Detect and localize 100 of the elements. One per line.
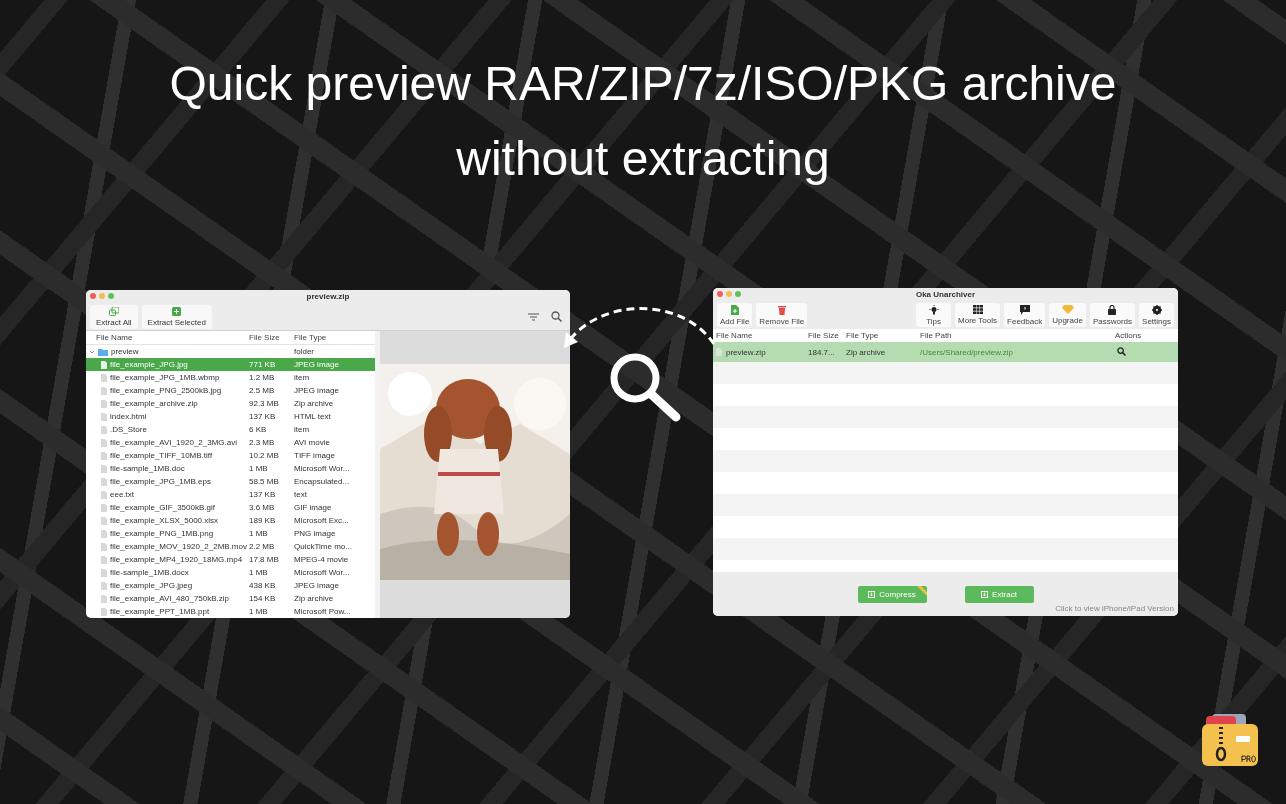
file-name: eee.txt <box>110 490 134 499</box>
grid-icon <box>972 305 983 314</box>
toolbar-button[interactable]: Upgrade <box>1049 303 1086 327</box>
zoom-button[interactable] <box>108 293 114 299</box>
file-row[interactable]: file_example_JPG.jpeg 438 KB JPEG image <box>86 579 375 592</box>
file-row[interactable]: file_example_archive.zip 92.3 MB Zip archive <box>86 397 375 410</box>
file-row[interactable]: file_example_MOV_1920_2_2MB.mov 2.2 MB QuickTime mo... <box>86 540 375 553</box>
file-name: .DS_Store <box>110 425 147 434</box>
file-row[interactable]: file_example_PNG_1MB.png 1 MB PNG image <box>86 527 375 540</box>
file-type: JPEG image <box>294 581 339 590</box>
file-size: 1 MB <box>249 529 268 538</box>
file-size: 1 MB <box>249 607 268 616</box>
file-name: file_example_archive.zip <box>110 399 198 408</box>
file-type: TIFF image <box>294 451 335 460</box>
file-type: GIF image <box>294 503 332 512</box>
file-name: file_example_AVI_1920_2_3MG.avi <box>110 438 238 447</box>
file-name: file_example_PNG_1MB.png <box>110 529 214 538</box>
file-size: 2.2 MB <box>249 542 275 551</box>
file-row[interactable]: index.html 137 KB HTML text <box>86 410 375 423</box>
file-size: 3.6 MB <box>249 503 275 512</box>
file-type: Microsoft Pow... <box>294 607 351 616</box>
window-title: Oka Unarchiver <box>915 290 976 299</box>
column-header[interactable]: File Path <box>920 331 952 340</box>
file-row[interactable]: file_example_PPT_1MB.ppt 1 MB Microsoft Pow... <box>86 605 375 618</box>
file-type: item <box>294 425 310 434</box>
file-name: preview.zip <box>726 347 766 357</box>
toolbar-button[interactable]: Feedback <box>1004 303 1046 327</box>
file-name: file_example_AVI_480_750kB.zip <box>110 594 230 603</box>
file-row[interactable]: file_example_TIFF_10MB.tiff 10.2 MB TIFF image <box>86 449 375 462</box>
file-type: QuickTime mo... <box>294 542 352 551</box>
file-row[interactable]: file_example_MP4_1920_18MG.mp4 17.8 MB MPEG-4 movie <box>86 553 375 566</box>
column-header[interactable]: File Type <box>846 331 879 340</box>
file-type: Microsoft Wor... <box>294 464 350 473</box>
file-row[interactable]: file_example_JPG_1MB.eps 58.5 MB Encapsulated... <box>86 475 375 488</box>
pro-ribbon-icon <box>916 585 927 596</box>
minimize-button[interactable] <box>99 293 105 299</box>
column-header[interactable]: Actions <box>1115 331 1142 340</box>
toolbar-button[interactable]: Passwords <box>1089 303 1135 327</box>
search-icon[interactable] <box>1117 346 1126 356</box>
file-row[interactable]: file_example_PNG_2500kB.jpg 2.5 MB JPEG image <box>86 384 375 397</box>
toolbar-button[interactable]: Add File <box>717 303 753 327</box>
file-size: 771 KB <box>249 360 276 369</box>
file-type: Microsoft Exc... <box>294 516 349 525</box>
file-row[interactable]: eee.txt 137 KB text <box>86 488 375 501</box>
file-size: 184.7... <box>808 347 835 357</box>
toolbar-button[interactable]: Tips <box>916 303 952 327</box>
file-row[interactable]: file_example_AVI_480_750kB.zip 154 KB Zip archive <box>86 592 375 605</box>
file-name: index.html <box>110 412 147 421</box>
file-row[interactable]: file_example_AVI_1920_2_3MG.avi 2.3 MB AVI movie <box>86 436 375 449</box>
window-title: preview.zip <box>306 292 350 301</box>
file-name: file-sample_1MB.docx <box>110 568 189 577</box>
file-size: 1.2 MB <box>249 373 275 382</box>
column-header[interactable]: File Name <box>716 331 753 340</box>
close-button[interactable] <box>90 293 96 299</box>
zipper-folder-logo <box>1202 714 1258 766</box>
lightbulb-icon <box>928 304 939 315</box>
file-name: file_example_PPT_1MB.ppt <box>110 607 210 616</box>
toolbar-button[interactable]: More Tools <box>955 303 1001 327</box>
toolbar-button[interactable]: Remove File <box>756 303 808 327</box>
file-size: 189 KB <box>249 516 276 525</box>
file-row[interactable]: file-sample_1MB.doc 1 MB Microsoft Wor... <box>86 462 375 475</box>
file-row[interactable]: file_example_GIF_3500kB.gif 3.6 MB GIF image <box>86 501 375 514</box>
file-size: 438 KB <box>249 581 276 590</box>
minimize-button[interactable] <box>726 291 732 297</box>
close-button[interactable] <box>717 291 723 297</box>
filter-icon[interactable] <box>528 312 539 321</box>
file-name: file_example_TIFF_10MB.tiff <box>110 451 213 460</box>
file-size: 2.3 MB <box>249 438 275 447</box>
file-row[interactable]: file-sample_1MB.docx 1 MB Microsoft Wor... <box>86 566 375 579</box>
zoom-button[interactable] <box>735 291 741 297</box>
file-name: file_example_XLSX_5000.xlsx <box>110 516 219 525</box>
column-header[interactable]: File Type <box>294 333 327 342</box>
file-row[interactable]: file_example_XLSX_5000.xlsx 189 KB Microsoft Exc... <box>86 514 375 527</box>
column-header[interactable]: File Size <box>249 333 280 342</box>
file-row[interactable]: preview folder <box>86 345 375 358</box>
file-row[interactable]: preview.zip 184.7... Zip archive /Users/Shared/preview.zip <box>713 342 1178 362</box>
file-row[interactable]: .DS_Store 6 KB item <box>86 423 375 436</box>
column-header[interactable]: File Name <box>96 333 133 342</box>
gear-icon <box>1151 304 1162 315</box>
file-type: PNG image <box>294 529 336 538</box>
add-file-icon <box>730 304 739 315</box>
file-type: Microsoft Wor... <box>294 568 350 577</box>
toolbar-button[interactable]: Settings <box>1139 303 1174 327</box>
file-name: preview <box>111 347 139 356</box>
file-size: 137 KB <box>249 490 276 499</box>
file-name: file_example_JPG.jpeg <box>110 581 193 590</box>
file-name: file_example_MP4_1920_18MG.mp4 <box>110 555 243 564</box>
column-header[interactable]: File Size <box>808 331 839 340</box>
lock-icon <box>1108 304 1117 315</box>
toolbar-button[interactable]: Extract All <box>90 304 138 329</box>
file-type: HTML text <box>294 412 331 421</box>
file-size: 154 KB <box>249 594 276 603</box>
search-icon[interactable] <box>551 311 562 322</box>
file-name: file-sample_1MB.doc <box>110 464 185 473</box>
file-row[interactable]: file_example_JPG_1MB.wbmp 1.2 MB item <box>86 371 375 384</box>
file-name: file_example_PNG_2500kB.jpg <box>110 386 222 395</box>
file-name: file_example_MOV_1920_2_2MB.mov <box>110 542 247 551</box>
file-size: 6 KB <box>249 425 267 434</box>
toolbar-button[interactable]: Extract Selected <box>141 304 212 329</box>
file-size: 137 KB <box>249 412 276 421</box>
